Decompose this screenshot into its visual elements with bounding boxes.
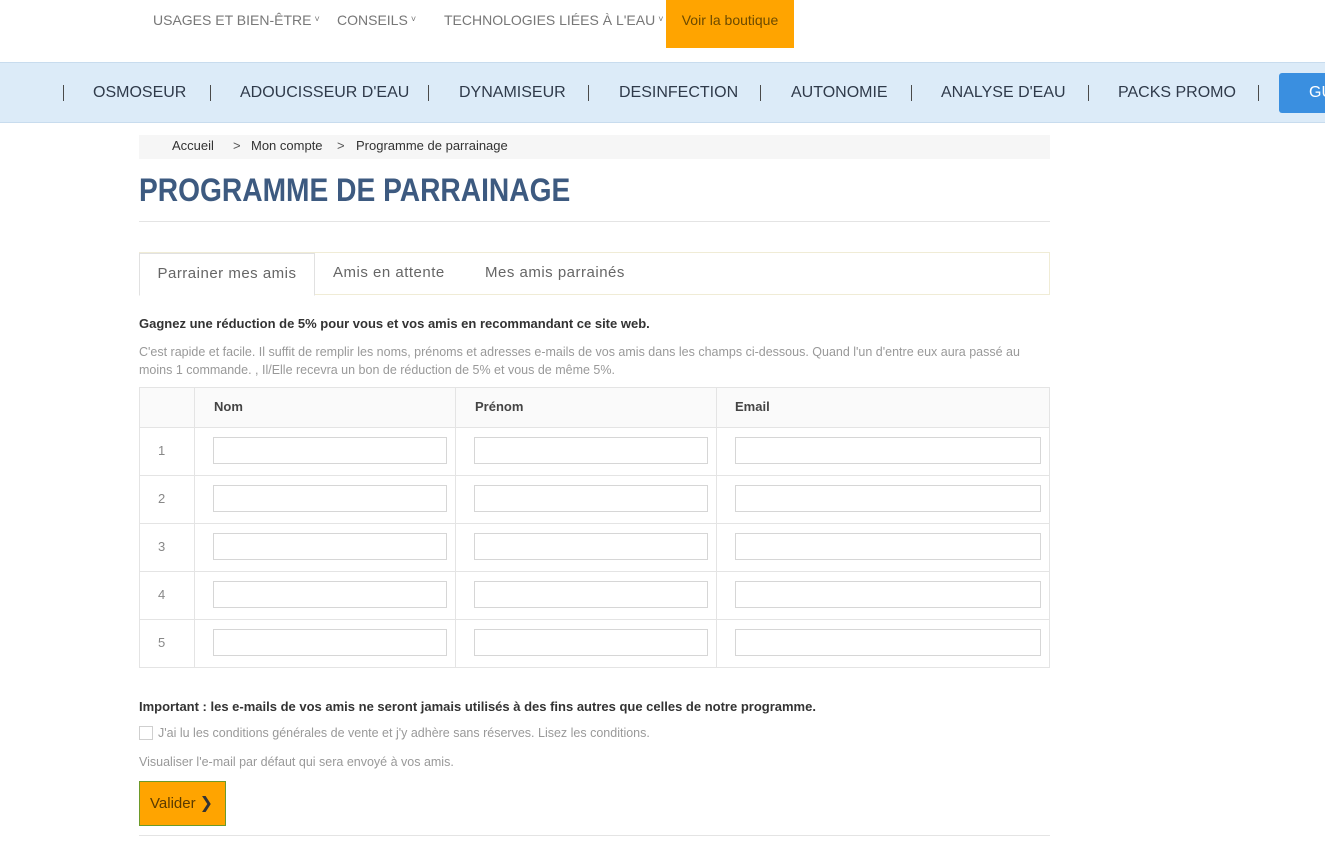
table-row: 3 [140,524,1049,572]
chevron-down-icon: ˅ [658,14,664,24]
divider [1088,85,1089,101]
divider [63,85,64,101]
category-packs-promo[interactable]: PACKS PROMO [1118,63,1236,123]
prenom-input[interactable] [474,629,708,656]
category-analyse-eau[interactable]: ANALYSE D'EAU [941,63,1066,123]
table-header: Nom Prénom Email [140,388,1049,428]
email-input[interactable] [735,437,1041,464]
chevron-down-icon: ˅ [314,14,320,24]
category-bar: OSMOSEUR ADOUCISSEUR D'EAU DYNAMISEUR DE… [0,62,1325,123]
divider [139,835,1050,836]
row-number: 5 [158,635,166,650]
divider [1258,85,1259,101]
prenom-input[interactable] [474,485,708,512]
category-autonomie[interactable]: AUTONOMIE [791,63,888,123]
important-note: Important : les e-mails de vos amis ne s… [139,699,816,714]
tab-parrainer[interactable]: Parrainer mes amis [139,253,315,296]
column-header-email: Email [735,399,770,414]
intro-headline: Gagnez une réduction de 5% pour vous et … [139,316,650,331]
chevron-down-icon: ˅ [410,14,417,24]
prenom-input[interactable] [474,533,708,560]
divider [428,85,429,101]
top-nav-item-technologies[interactable]: TECHNOLOGIES LIÉES À L'EAU ˅ [444,0,663,40]
nom-input[interactable] [213,581,447,608]
chevron-right-icon: ❯ [199,795,213,812]
category-osmoseur[interactable]: OSMOSEUR [93,63,186,123]
column-header-nom: Nom [214,399,243,414]
category-desinfection[interactable]: DESINFECTION [619,63,738,123]
divider [588,85,589,101]
nom-input[interactable] [213,533,447,560]
top-nav: USAGES ET BIEN-ÊTRE ˅ CONSEILS ˅ TECHNOLOG… [0,0,1325,62]
divider [911,85,912,101]
divider [210,85,211,101]
tab-amis-parraines[interactable]: Mes amis parrainés [485,253,625,295]
category-adoucisseur[interactable]: ADOUCISSEUR D'EAU [240,63,409,123]
cgv-checkbox-row[interactable]: J'ai lu les conditions générales de vent… [139,726,650,740]
breadcrumb-home[interactable]: Accueil [172,135,214,157]
email-input[interactable] [735,629,1041,656]
nom-input[interactable] [213,629,447,656]
table-row: 2 [140,476,1049,524]
column-header-prenom: Prénom [475,399,524,414]
row-number: 2 [158,491,166,506]
prenom-input[interactable] [474,437,708,464]
table-row: 4 [140,572,1049,620]
top-nav-item-conseils[interactable]: CONSEILS ˅ [337,0,416,40]
submit-button-label: Valider [150,795,196,812]
breadcrumb: Accueil > Mon compte > Programme de parr… [139,135,1050,159]
email-input[interactable] [735,533,1041,560]
email-input[interactable] [735,485,1041,512]
row-number: 1 [158,443,166,458]
friends-table: Nom Prénom Email 1 2 3 4 5 [139,387,1050,668]
divider [139,221,1050,222]
row-number: 4 [158,587,166,602]
top-nav-item-label: CONSEILS [337,12,408,28]
cgv-checkbox[interactable] [139,726,153,740]
row-number: 3 [158,539,166,554]
top-nav-item-label: TECHNOLOGIES LIÉES À L'EAU [444,12,656,28]
page-title: PROGRAMME DE PARRAINAGE [139,172,571,208]
email-input[interactable] [735,581,1041,608]
divider [760,85,761,101]
breadcrumb-separator: > [233,138,241,153]
breadcrumb-separator: > [337,138,345,153]
guide-button[interactable]: GU [1279,73,1325,113]
nom-input[interactable] [213,437,447,464]
intro-text: C'est rapide et facile. Il suffit de rem… [139,345,1020,377]
cgv-label[interactable]: J'ai lu les conditions générales de vent… [158,726,650,740]
top-nav-item-usages[interactable]: USAGES ET BIEN-ÊTRE ˅ [153,0,320,40]
shop-button[interactable]: Voir la boutique [666,0,794,48]
breadcrumb-account[interactable]: Mon compte [251,135,323,157]
tab-amis-en-attente[interactable]: Amis en attente [333,253,445,295]
submit-button[interactable]: Valider ❯ [139,781,226,826]
category-dynamiseur[interactable]: DYNAMISEUR [459,63,566,123]
breadcrumb-current: Programme de parrainage [356,138,508,153]
table-row: 1 [140,428,1049,476]
table-row: 5 [140,620,1049,668]
prenom-input[interactable] [474,581,708,608]
top-nav-item-label: USAGES ET BIEN-ÊTRE [153,12,312,28]
nom-input[interactable] [213,485,447,512]
preview-email-link[interactable]: Visualiser l'e-mail par défaut qui sera … [139,755,454,769]
tab-bar: Parrainer mes amis Amis en attente Mes a… [139,252,1050,296]
